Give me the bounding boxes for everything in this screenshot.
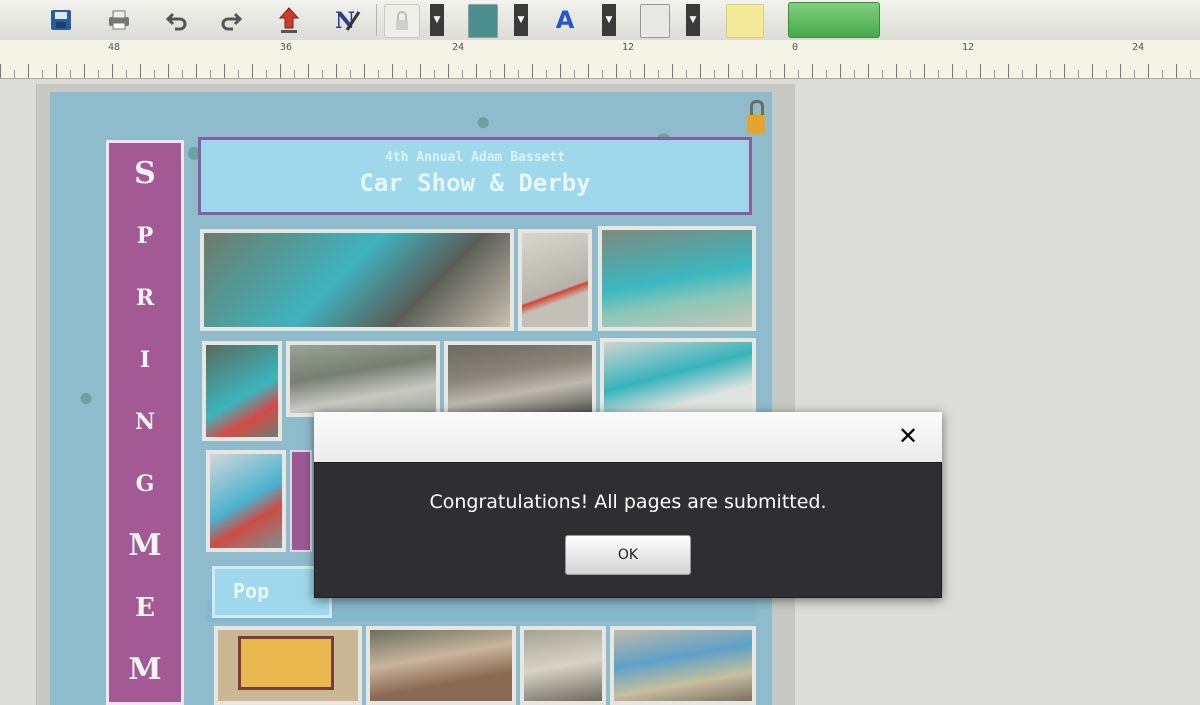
sign-graphic — [238, 636, 334, 690]
undo-icon[interactable] — [160, 4, 194, 36]
lock-icon[interactable] — [384, 4, 420, 38]
photo-frame[interactable] — [202, 341, 282, 441]
photo-frame[interactable] — [600, 338, 756, 417]
ruler-number: 0 — [792, 42, 799, 53]
chevron-down-icon[interactable]: ▼ — [514, 4, 528, 36]
dialog-message: Congratulations! All pages are submitted… — [429, 491, 827, 513]
chevron-down-icon[interactable]: ▼ — [430, 4, 444, 36]
banner-letter: I — [139, 347, 151, 373]
print-icon[interactable] — [102, 4, 136, 36]
text-color-icon[interactable]: A — [548, 4, 582, 36]
horizontal-ruler: 48 36 24 12 0 12 24 — [0, 40, 1200, 79]
side-banner[interactable]: S P R I N G M E M — [106, 140, 184, 705]
photo-frame[interactable] — [610, 626, 756, 705]
chevron-down-icon[interactable]: ▼ — [686, 4, 700, 36]
page-title-box[interactable]: 4th Annual Adam Bassett Car Show & Derby — [198, 137, 752, 215]
page-color-icon[interactable] — [640, 4, 670, 38]
done-button[interactable] — [788, 2, 880, 38]
photo-frame[interactable] — [520, 626, 606, 705]
title-heading: Car Show & Derby — [359, 169, 591, 197]
fill-color-icon[interactable] — [468, 4, 498, 38]
banner-letter: E — [135, 593, 155, 623]
chevron-down-icon[interactable]: ▼ — [602, 4, 616, 36]
banner-letter: M — [128, 528, 162, 563]
ruler-number: 12 — [962, 42, 975, 53]
upload-icon[interactable] — [272, 4, 306, 36]
banner-letter: S — [134, 156, 156, 191]
save-icon[interactable] — [44, 4, 78, 36]
note-icon[interactable] — [726, 4, 764, 38]
photo-frame[interactable] — [518, 229, 592, 331]
ruler-number: 24 — [1132, 42, 1145, 53]
photo-frame[interactable] — [366, 626, 516, 705]
photo-frame[interactable] — [200, 229, 514, 331]
caption-strip[interactable] — [290, 450, 312, 552]
redo-icon[interactable] — [214, 4, 248, 36]
title-subheading: 4th Annual Adam Bassett — [384, 150, 565, 165]
photo-frame[interactable] — [206, 450, 286, 552]
banner-letter: N — [134, 409, 156, 435]
ruler-number: 12 — [622, 42, 635, 53]
photo-frame[interactable] — [598, 226, 756, 331]
ruler-number: 24 — [452, 42, 465, 53]
page-lock-icon[interactable] — [746, 100, 766, 134]
photo-frame[interactable] — [444, 341, 596, 417]
toolbar: N ▼ ▼ A ▼ ▼ — [0, 0, 1200, 41]
banner-letter: P — [136, 223, 154, 249]
ruler-number: 48 — [108, 42, 121, 53]
banner-letter: R — [135, 285, 155, 311]
banner-letter: M — [128, 652, 162, 687]
dialog-body: Congratulations! All pages are submitted… — [314, 462, 942, 598]
toolbar-separator — [376, 4, 377, 36]
edit-text-icon[interactable]: N — [330, 4, 364, 36]
close-icon[interactable]: ✕ — [894, 422, 922, 450]
ok-button[interactable]: OK — [565, 535, 691, 575]
banner-letter: G — [135, 471, 155, 497]
photo-frame[interactable] — [286, 341, 440, 417]
ruler-number: 36 — [280, 42, 293, 53]
submission-dialog: ✕ Congratulations! All pages are submitt… — [314, 412, 942, 598]
dialog-header: ✕ — [314, 412, 942, 462]
